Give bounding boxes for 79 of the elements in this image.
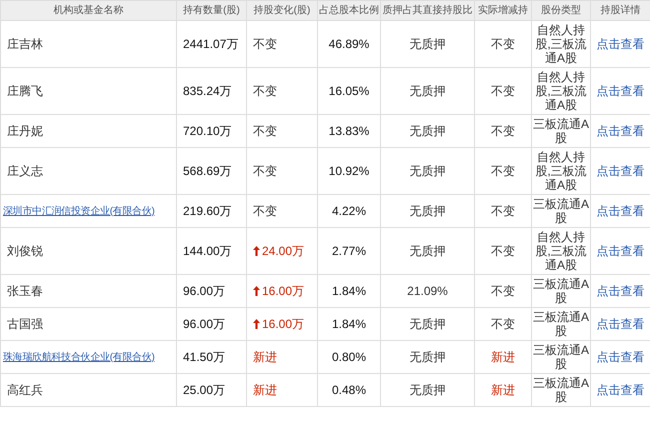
table-cell: 三板流通A 股 xyxy=(532,114,590,148)
column-header: 持股变化(股) xyxy=(246,0,318,20)
holder-name: 庄义志 xyxy=(6,164,43,178)
table-cell: 三板流通A 股 xyxy=(532,274,590,308)
holder-name: 庄丹妮 xyxy=(6,124,43,138)
table-cell: 不变 xyxy=(474,274,532,308)
table-cell: 4.22% xyxy=(318,194,380,228)
table-cell: 21.09% xyxy=(380,274,474,308)
table-cell: 三板流通A 股 xyxy=(532,340,590,374)
table-cell: 0.80% xyxy=(318,340,380,374)
column-header: 机构或基金名称 xyxy=(0,0,176,20)
table-cell: 144.00万 xyxy=(176,228,246,274)
table-cell: 无质押 xyxy=(380,308,474,340)
table-cell: 无质押 xyxy=(380,20,474,68)
table-cell: 三板流通A 股 xyxy=(532,194,590,228)
table-cell: 无质押 xyxy=(380,68,474,114)
holding-change: 新进 xyxy=(253,350,277,364)
table-cell: 无质押 xyxy=(380,148,474,194)
holder-name: 庄腾飞 xyxy=(6,84,43,98)
holding-change: 不变 xyxy=(253,84,277,98)
up-arrow-icon xyxy=(253,286,260,296)
table-cell: 不变 xyxy=(474,148,532,194)
holder-name: 古国强 xyxy=(6,317,43,331)
table-cell: 1.84% xyxy=(318,308,380,340)
table-cell: 219.60万 xyxy=(176,194,246,228)
table-cell: 46.89% xyxy=(318,20,380,68)
table-cell: 835.24万 xyxy=(176,68,246,114)
table-cell: 2.77% xyxy=(318,228,380,274)
table-cell: 不变 xyxy=(474,308,532,340)
column-header: 实际增减持 xyxy=(474,0,532,20)
holding-change: 16.00万 xyxy=(253,317,304,331)
table-cell: 不变 xyxy=(474,20,532,68)
table-cell: 无质押 xyxy=(380,374,474,406)
holding-change: 不变 xyxy=(253,124,277,138)
holding-change: 不变 xyxy=(253,37,277,51)
table-cell: 16.05% xyxy=(318,68,380,114)
column-header: 持股详情 xyxy=(590,0,650,20)
holder-name: 刘俊锐 xyxy=(6,244,43,258)
column-header: 股份类型 xyxy=(532,0,590,20)
table-cell: 无质押 xyxy=(380,194,474,228)
table-cell: 无质押 xyxy=(380,228,474,274)
up-arrow-icon xyxy=(253,246,260,256)
table-cell: 10.92% xyxy=(318,148,380,194)
holding-change: 不变 xyxy=(253,204,277,218)
table-cell: 不变 xyxy=(474,114,532,148)
table-cell: 不变 xyxy=(474,228,532,274)
table-cell: 96.00万 xyxy=(176,308,246,340)
table-cell: 96.00万 xyxy=(176,274,246,308)
holding-change: 24.00万 xyxy=(253,244,304,258)
column-header: 占总股本比例 xyxy=(318,0,380,20)
table-cell: 无质押 xyxy=(380,340,474,374)
up-arrow-icon xyxy=(253,319,260,329)
table-cell: 自然人持 股,三板流 通A股 xyxy=(532,20,590,68)
table-cell: 自然人持 股,三板流 通A股 xyxy=(532,68,590,114)
table-cell: 0.48% xyxy=(318,374,380,406)
table-cell: 720.10万 xyxy=(176,114,246,148)
table-cell: 自然人持 股,三板流 通A股 xyxy=(532,148,590,194)
table-cell: 25.00万 xyxy=(176,374,246,406)
holding-change: 不变 xyxy=(253,164,277,178)
holder-name: 高红兵 xyxy=(6,383,43,397)
table-cell: 不变 xyxy=(474,68,532,114)
table-cell: 不变 xyxy=(474,194,532,228)
table-cell: 三板流通A 股 xyxy=(532,308,590,340)
holder-name: 张玉春 xyxy=(6,284,43,298)
table-cell: 13.83% xyxy=(318,114,380,148)
table-cell: 无质押 xyxy=(380,114,474,148)
table-cell: 新进 xyxy=(474,340,532,374)
holding-change: 新进 xyxy=(253,383,277,397)
table-cell: 三板流通A 股 xyxy=(532,374,590,406)
table-cell: 41.50万 xyxy=(176,340,246,374)
table-cell: 568.69万 xyxy=(176,148,246,194)
table-cell: 新进 xyxy=(474,374,532,406)
holder-name: 庄吉林 xyxy=(6,37,43,51)
holding-change: 16.00万 xyxy=(253,284,304,298)
column-header: 持有数量(股) xyxy=(176,0,246,20)
table-cell: 1.84% xyxy=(318,274,380,308)
table-cell: 2441.07万 xyxy=(176,20,246,68)
column-header: 质押占其直接持股比 xyxy=(380,0,474,20)
table-cell: 自然人持 股,三板流 通A股 xyxy=(532,228,590,274)
